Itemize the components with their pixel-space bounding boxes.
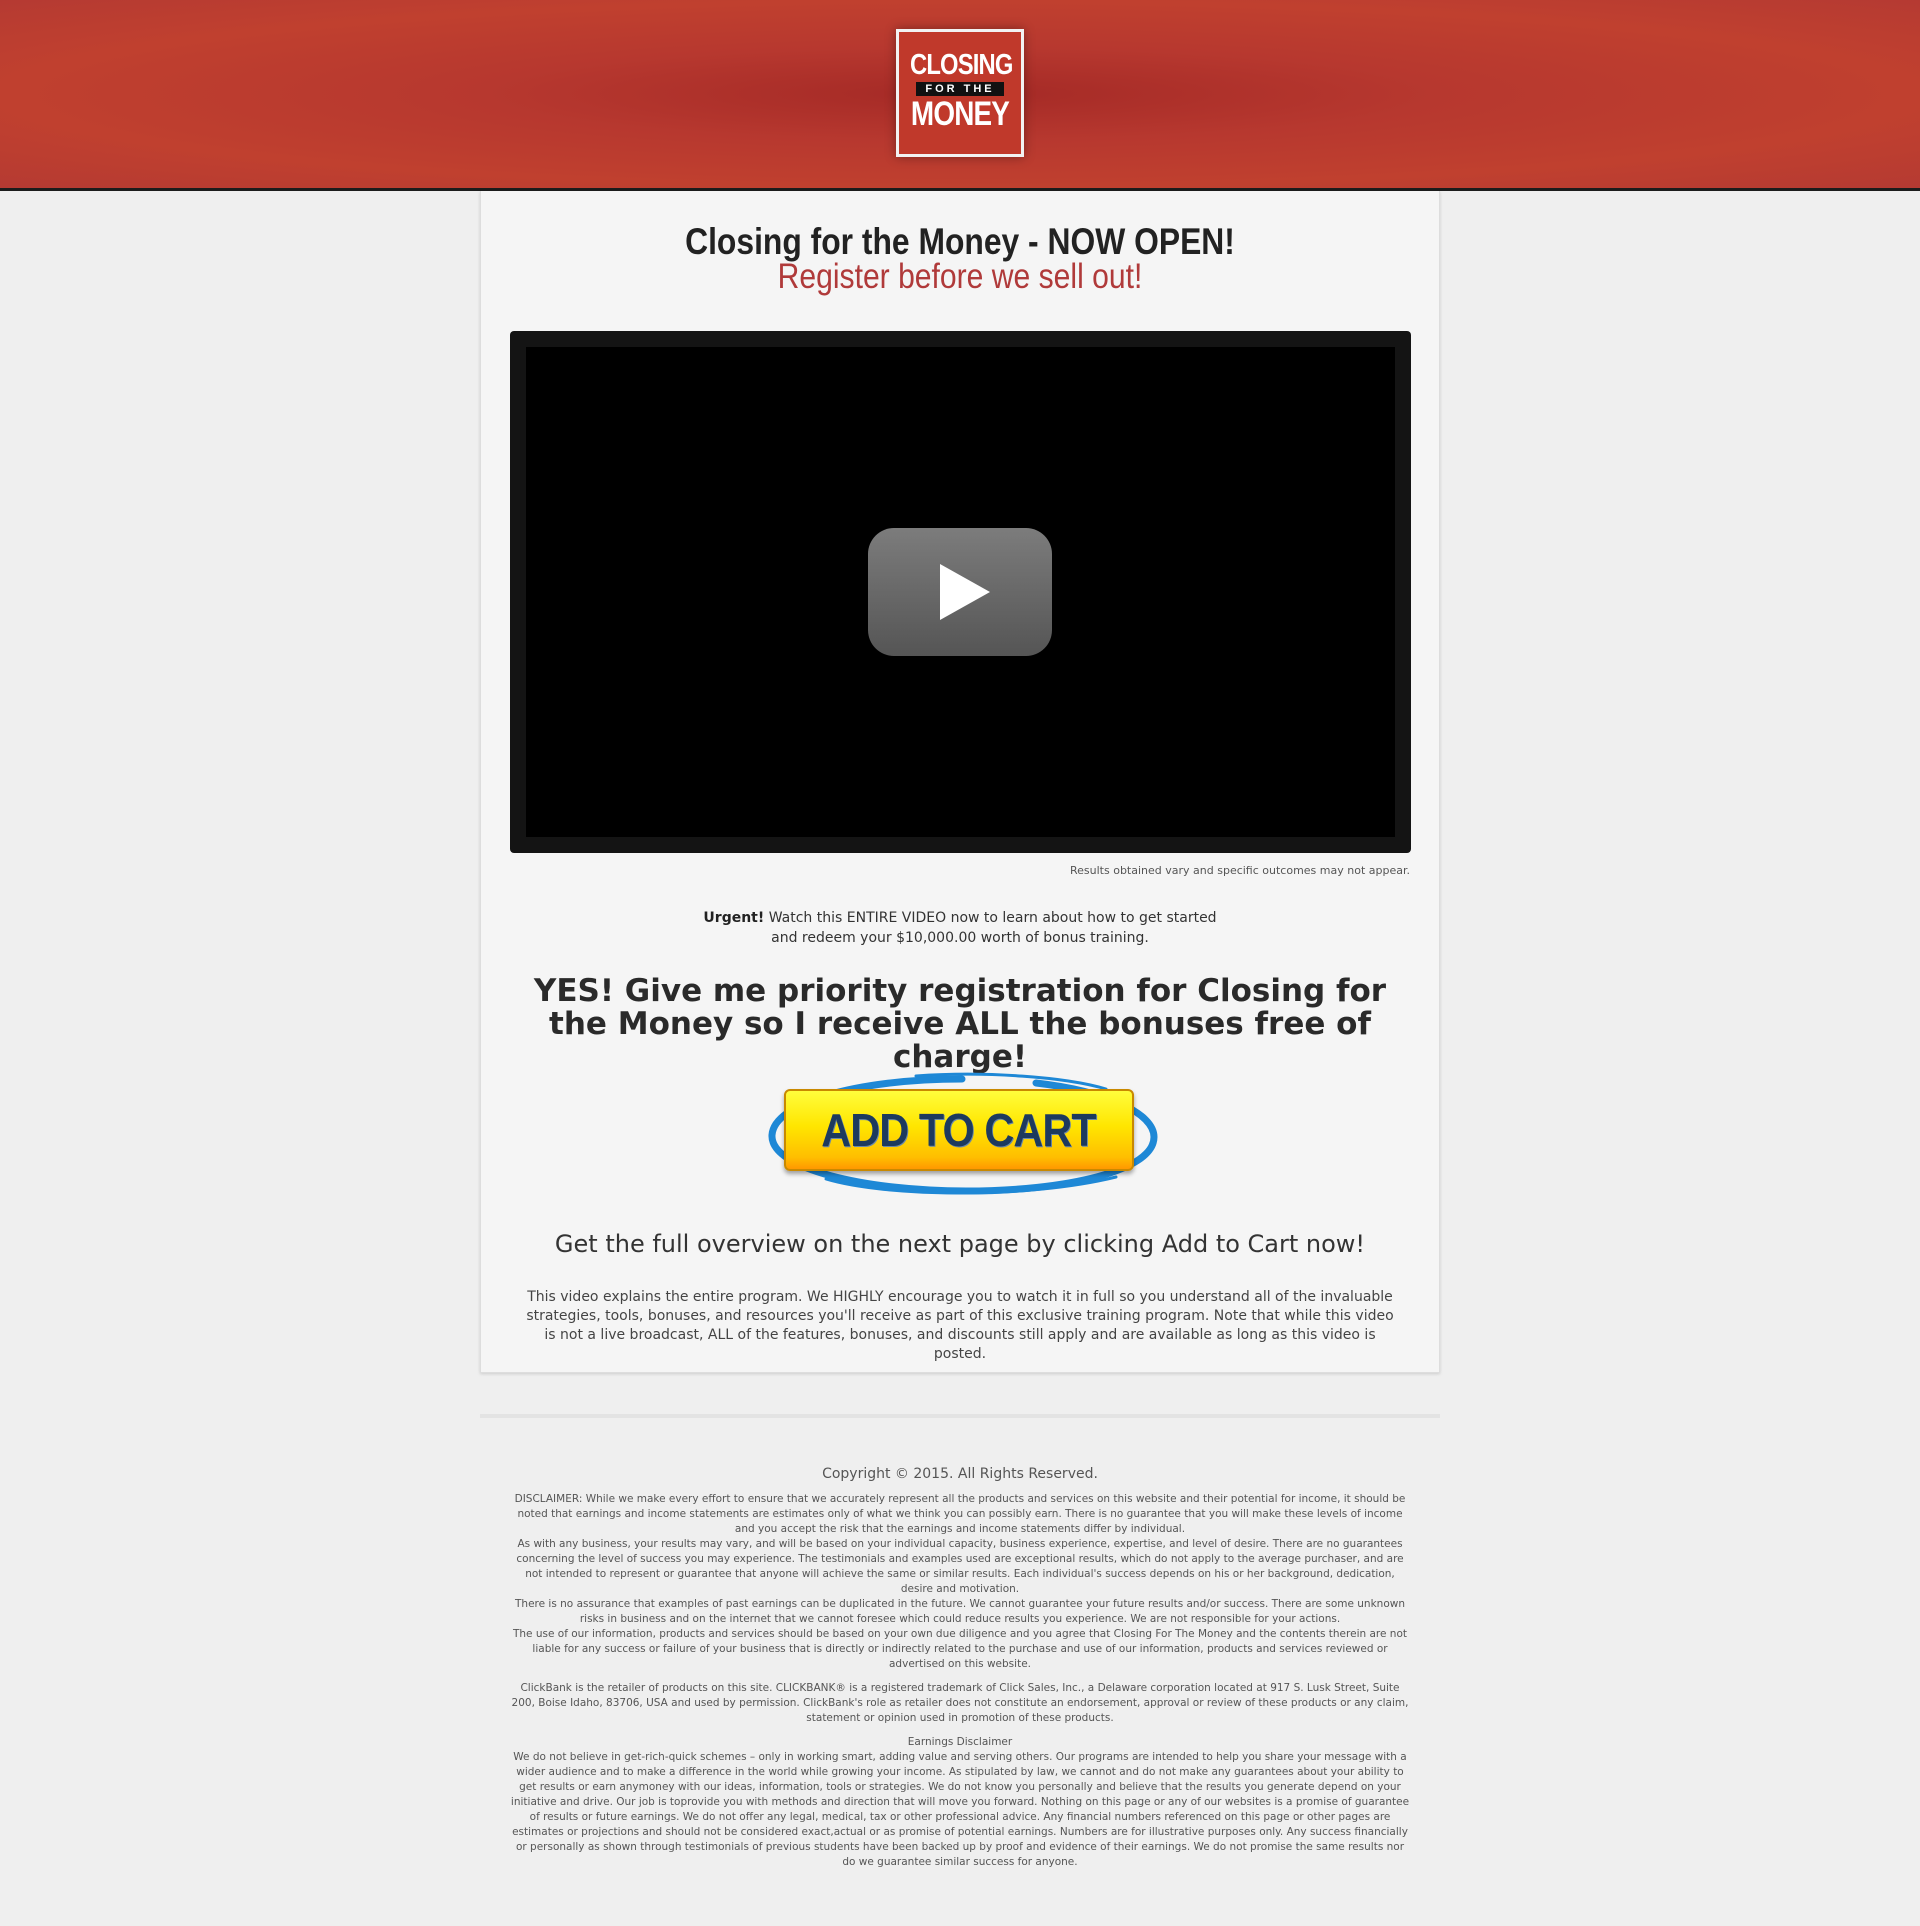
main-content-card: Closing for the Money - NOW OPEN! Regist… [480,191,1440,1373]
logo-line-for-the: FOR THE [916,82,1004,96]
earnings-disclaimer-title: Earnings Disclaimer [907,1736,1013,1748]
closing-for-the-money-logo[interactable]: CLOSING FOR THE MONEY [896,29,1024,157]
page-subtitle: Register before we sell out! [777,257,1143,296]
copyright-text: Copyright © 2015. All Rights Reserved. [822,1466,1098,1482]
overview-cta-text: Get the full overview on the next page b… [554,1230,1366,1258]
urgent-label: Urgent! [703,910,765,926]
play-button[interactable] [868,528,1052,656]
urgent-message: Urgent! Watch this ENTIRE VIDEO now to l… [481,908,1439,948]
footer: Copyright © 2015. All Rights Reserved. D… [508,1466,1412,1870]
video-player[interactable] [510,331,1411,853]
disclaimer-paragraph-1: DISCLAIMER: While we make every effort t… [514,1493,1406,1535]
add-to-cart-button[interactable]: ADD TO CART [766,1067,1158,1203]
earnings-disclaimer-text: We do not believe in get-rich-quick sche… [510,1751,1410,1868]
urgent-text-line2: and redeem your $10,000.00 worth of bonu… [771,930,1149,946]
program-explanation: This video explains the entire program. … [526,1289,1394,1362]
disclaimer-paragraph-3: There is no assurance that examples of p… [515,1598,1405,1625]
clickbank-notice: ClickBank is the retailer of products on… [511,1682,1409,1724]
priority-registration-headline: YES! Give me priority registration for C… [533,973,1387,1075]
play-icon [940,564,990,620]
disclaimer-paragraph-4: The use of our information, products and… [512,1628,1407,1670]
results-disclaimer-note: Results obtained vary and specific outco… [1070,864,1410,877]
video-screen[interactable] [526,347,1395,837]
header-banner: CLOSING FOR THE MONEY [0,0,1920,191]
urgent-text-line1: Watch this ENTIRE VIDEO now to learn abo… [764,910,1217,926]
add-to-cart-label-box[interactable]: ADD TO CART [784,1089,1134,1171]
footer-divider [480,1414,1440,1418]
add-to-cart-label: ADD TO CART [821,1104,1097,1156]
logo-line-money: MONEY [910,95,1010,133]
logo-line-closing: CLOSING [909,49,1013,81]
disclaimer-paragraph-2: As with any business, your results may v… [516,1538,1404,1595]
